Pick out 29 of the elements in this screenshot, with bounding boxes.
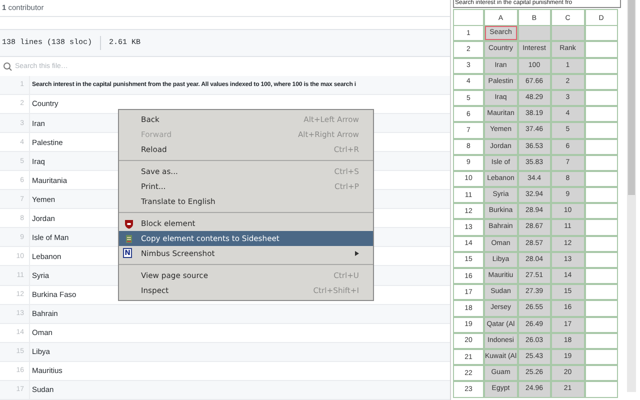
sheet-cell[interactable] xyxy=(551,25,584,42)
sheet-cell[interactable] xyxy=(584,138,618,155)
sheet-cell[interactable] xyxy=(584,300,618,317)
sheet-cell[interactable] xyxy=(584,25,618,42)
sheet-cell[interactable] xyxy=(584,219,618,236)
sheet-cell[interactable] xyxy=(584,316,618,333)
sheet-cell[interactable] xyxy=(584,252,618,268)
sheet-cell[interactable] xyxy=(584,90,618,106)
sheet-cell[interactable] xyxy=(584,154,618,171)
spreadsheet-icon xyxy=(124,234,134,244)
sheet-cell[interactable] xyxy=(584,106,618,122)
sheet-cell[interactable] xyxy=(584,203,618,220)
search-icon xyxy=(3,62,12,71)
sheet-cell[interactable] xyxy=(584,332,618,349)
sheet-cell[interactable] xyxy=(584,268,618,284)
sheet-cell[interactable] xyxy=(584,58,618,74)
sheet-cell[interactable] xyxy=(584,365,618,382)
sheet-cell[interactable] xyxy=(584,74,618,90)
sheet-cell[interactable] xyxy=(584,284,618,300)
sheet-cell[interactable] xyxy=(584,381,618,398)
sheet-cell[interactable] xyxy=(584,187,618,204)
shield-icon xyxy=(124,218,134,228)
scrollbar[interactable] xyxy=(627,0,636,392)
sheet-cell[interactable] xyxy=(584,41,618,58)
sheet-cell[interactable] xyxy=(584,236,618,252)
sheet-cell[interactable] xyxy=(584,170,618,188)
sheet-cell[interactable] xyxy=(584,348,618,366)
sheet-cell[interactable] xyxy=(584,122,618,138)
sheet-cell[interactable] xyxy=(518,25,551,42)
